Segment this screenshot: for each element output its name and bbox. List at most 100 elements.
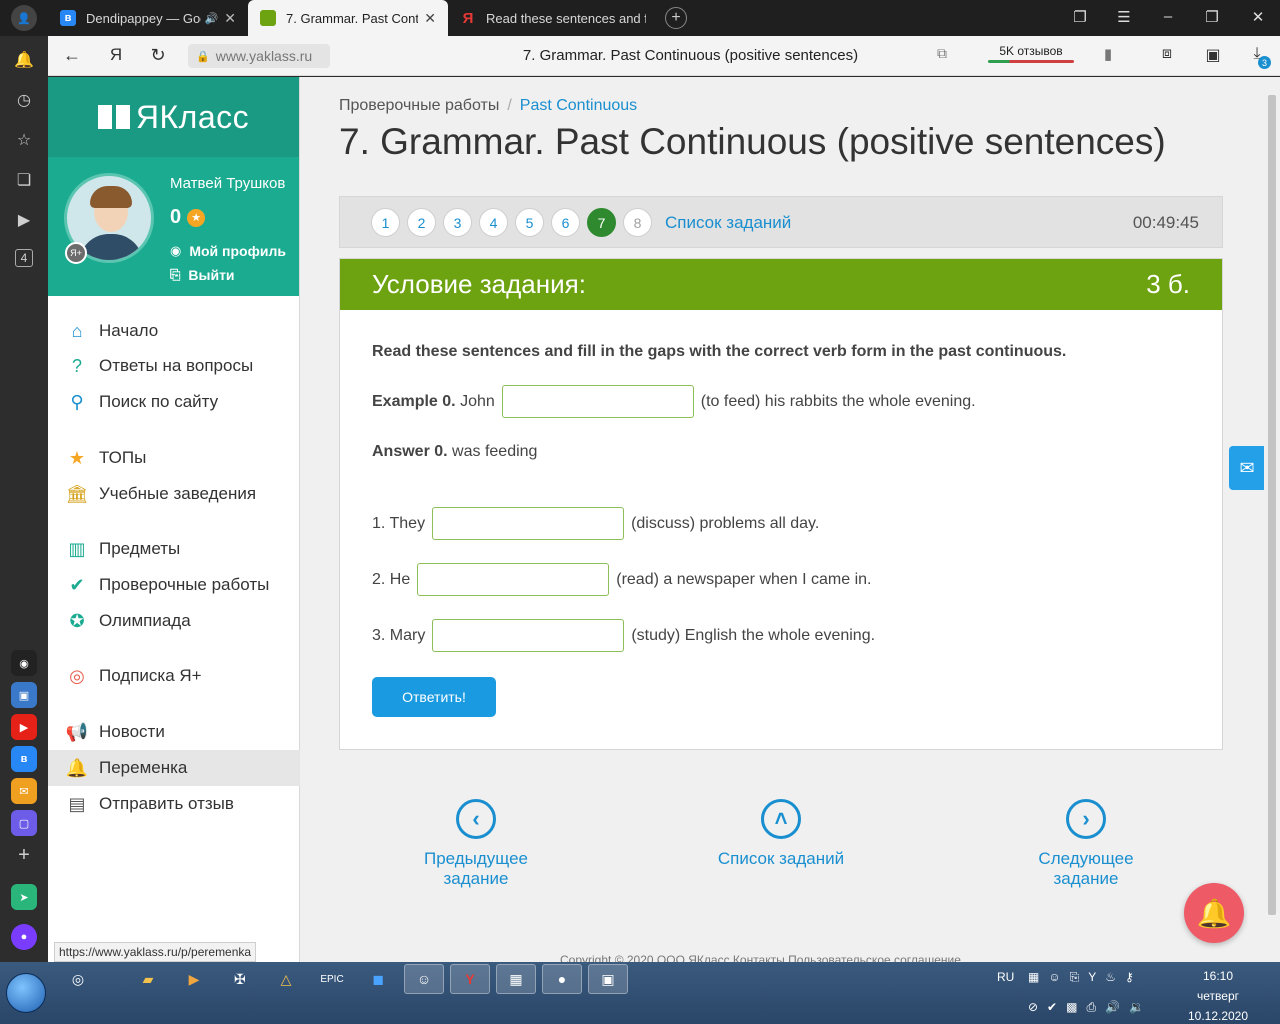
submit-answer-button[interactable]: Ответить! <box>372 677 496 717</box>
nav-feedback[interactable]: ▤ Отправить отзыв <box>48 786 300 822</box>
app-circle-icon[interactable]: ● <box>542 964 582 994</box>
zoom-icon[interactable]: ◼ <box>358 964 398 994</box>
site-logo[interactable]: ЯКласс <box>48 77 299 157</box>
task-number-2[interactable]: 2 <box>407 208 436 237</box>
new-tab-button[interactable]: + <box>665 7 687 29</box>
timer: 00:49:45 <box>1132 213 1199 232</box>
zen-app-icon[interactable]: ▢ <box>11 810 37 836</box>
page-scrollbar[interactable] <box>1264 77 1280 962</box>
task-points: 3 б. <box>1146 269 1190 299</box>
alice-app-icon[interactable]: ◉ <box>11 650 37 676</box>
check-icon: ✔ <box>69 574 85 595</box>
nav-subscription[interactable]: ◎ Подписка Я+ <box>48 658 300 694</box>
restore-button[interactable]: ❐ <box>1202 8 1222 26</box>
nav-news[interactable]: 📢 Новости <box>48 714 300 750</box>
yaplus-badge-icon: Я+ <box>65 242 87 264</box>
language-indicator[interactable]: RU <box>997 970 1014 984</box>
breadcrumb-link[interactable]: Past Continuous <box>520 97 637 114</box>
task-number-5[interactable]: 5 <box>515 208 544 237</box>
app-image-icon[interactable]: ▣ <box>588 964 628 994</box>
nav-home[interactable]: ⌂ Начало <box>48 313 300 349</box>
add-app-icon[interactable]: + <box>13 844 35 866</box>
notification-bell-icon[interactable]: 🔔 <box>1184 883 1244 943</box>
notifications-icon[interactable]: 🔔 <box>13 49 35 71</box>
nav-search[interactable]: ⚲ Поиск по сайту <box>48 384 300 420</box>
ya-app-icon[interactable]: ▣ <box>11 682 37 708</box>
messenger-app-icon[interactable]: ➤ <box>11 884 37 910</box>
next-task-link[interactable]: › Следующее задание <box>1004 799 1168 889</box>
status-bar-url: https://www.yaklass.ru/p/peremenka <box>54 942 257 962</box>
game-launcher-icon[interactable]: ▦ <box>496 964 536 994</box>
vk-app-icon[interactable]: в <box>11 746 37 772</box>
epic-games-icon[interactable]: EPIC <box>312 964 352 994</box>
answer-input-1[interactable] <box>432 507 625 540</box>
tray-icons-row-1[interactable]: ▦☺⎘Y♨⚷ <box>1028 970 1143 985</box>
tray-icons-row-2[interactable]: ⊘✔▩⎙🔊🔉 <box>1028 1000 1153 1015</box>
tab-read-these-sentences[interactable]: Я Read these sentences and f <box>448 0 658 36</box>
nav-olympiad[interactable]: ✪ Олимпиада <box>48 603 300 639</box>
minimize-button[interactable]: – <box>1158 8 1178 25</box>
task-number-3[interactable]: 3 <box>443 208 472 237</box>
close-tab-icon[interactable]: ✕ <box>424 10 436 27</box>
task-number-6[interactable]: 6 <box>551 208 580 237</box>
screenshot-icon[interactable]: ▣ <box>1202 45 1224 65</box>
nav-answers[interactable]: ? Ответы на вопросы <box>48 348 300 384</box>
extensions-icon[interactable]: ⧈ <box>1156 45 1178 63</box>
overwolf-icon[interactable]: △ <box>266 964 306 994</box>
nav-tests[interactable]: ✔ Проверочные работы <box>48 567 300 603</box>
taskbar-purple-app-icon[interactable]: ◎ <box>58 964 98 994</box>
task-list-link[interactable]: Список заданий <box>665 213 791 233</box>
tab-dendipappey[interactable]: в Dendipappey — Goo 🔊 ✕ <box>48 0 248 36</box>
bookmarks-panel-icon[interactable]: ❐ <box>1070 8 1090 26</box>
url-field[interactable]: 🔒 www.yaklass.ru <box>188 44 330 68</box>
bookmark-icon[interactable]: ▮ <box>1097 45 1119 63</box>
file-explorer-icon[interactable]: ▰ <box>128 964 168 994</box>
mail-app-icon[interactable]: ✉ <box>11 778 37 804</box>
feedback-icon: ▤ <box>68 793 86 814</box>
reload-icon[interactable]: ↻ <box>147 45 169 66</box>
example-answer-input[interactable] <box>501 385 694 418</box>
media-player-icon[interactable]: ▶ <box>174 964 214 994</box>
close-tab-icon[interactable]: ✕ <box>224 10 236 27</box>
game-app-icon[interactable]: ✠ <box>220 964 260 994</box>
breadcrumb: Проверочные работы / Past Continuous <box>339 97 638 114</box>
menu-icon[interactable]: ☰ <box>1114 8 1134 26</box>
discord-icon[interactable]: ☺ <box>404 964 444 994</box>
my-profile-link[interactable]: ◉ Мой профиль <box>170 243 286 259</box>
answer-input-2[interactable] <box>417 563 610 596</box>
breadcrumb-root[interactable]: Проверочные работы <box>339 97 499 114</box>
system-clock[interactable]: 16:10 четверг 10.12.2020 <box>1183 966 1253 1024</box>
video-icon[interactable]: ▶ <box>13 209 35 231</box>
alice-icon[interactable]: ● <box>11 924 37 950</box>
task-number-7[interactable]: 7 <box>587 208 616 237</box>
task-number-8[interactable]: 8 <box>623 208 652 237</box>
nav-institutions[interactable]: 🏛 Учебные заведения <box>48 476 300 512</box>
task-number-1[interactable]: 1 <box>371 208 400 237</box>
back-arrow-icon[interactable]: ← <box>61 45 83 66</box>
logout-link[interactable]: ⎘ Выйти <box>170 267 235 283</box>
task-navigation: 1 2 3 4 5 6 7 8 Список заданий 00:49:45 <box>339 196 1223 248</box>
history-icon[interactable]: ◷ <box>13 89 35 111</box>
nav-break[interactable]: 🔔 Переменка <box>48 750 300 786</box>
nav-tops[interactable]: ★ ТОПы <box>48 440 300 476</box>
speaker-icon[interactable]: 🔊 <box>205 12 219 25</box>
windows-start-button[interactable] <box>6 973 46 1013</box>
favorites-icon[interactable]: ☆ <box>13 129 35 151</box>
task-list-bottom-link[interactable]: ˄ Список заданий <box>706 799 856 869</box>
youtube-icon[interactable]: ▶ <box>11 714 37 740</box>
tab-yaklass[interactable]: 7. Grammar. Past Contin ✕ <box>248 0 448 36</box>
collections-icon[interactable]: ❏ <box>13 169 35 191</box>
translate-icon[interactable]: ⧉ <box>931 45 953 62</box>
tabs-count-icon[interactable]: 4 <box>15 249 33 267</box>
yandex-browser-taskbar-icon[interactable]: Y <box>450 964 490 994</box>
close-window-button[interactable]: ✕ <box>1248 8 1268 26</box>
task-number-4[interactable]: 4 <box>479 208 508 237</box>
reviews-widget[interactable]: 5K отзывов <box>988 44 1074 63</box>
user-points: 0 ★ <box>170 206 206 229</box>
yandex-profile-icon[interactable]: 👤 <box>11 5 37 31</box>
prev-task-link[interactable]: ‹ Предыдущее задание <box>391 799 561 889</box>
yandex-home-icon[interactable]: Я <box>105 45 127 65</box>
feedback-mail-icon[interactable]: ✉ <box>1229 446 1265 490</box>
answer-input-3[interactable] <box>432 619 625 652</box>
nav-subjects[interactable]: ▥ Предметы <box>48 531 300 567</box>
